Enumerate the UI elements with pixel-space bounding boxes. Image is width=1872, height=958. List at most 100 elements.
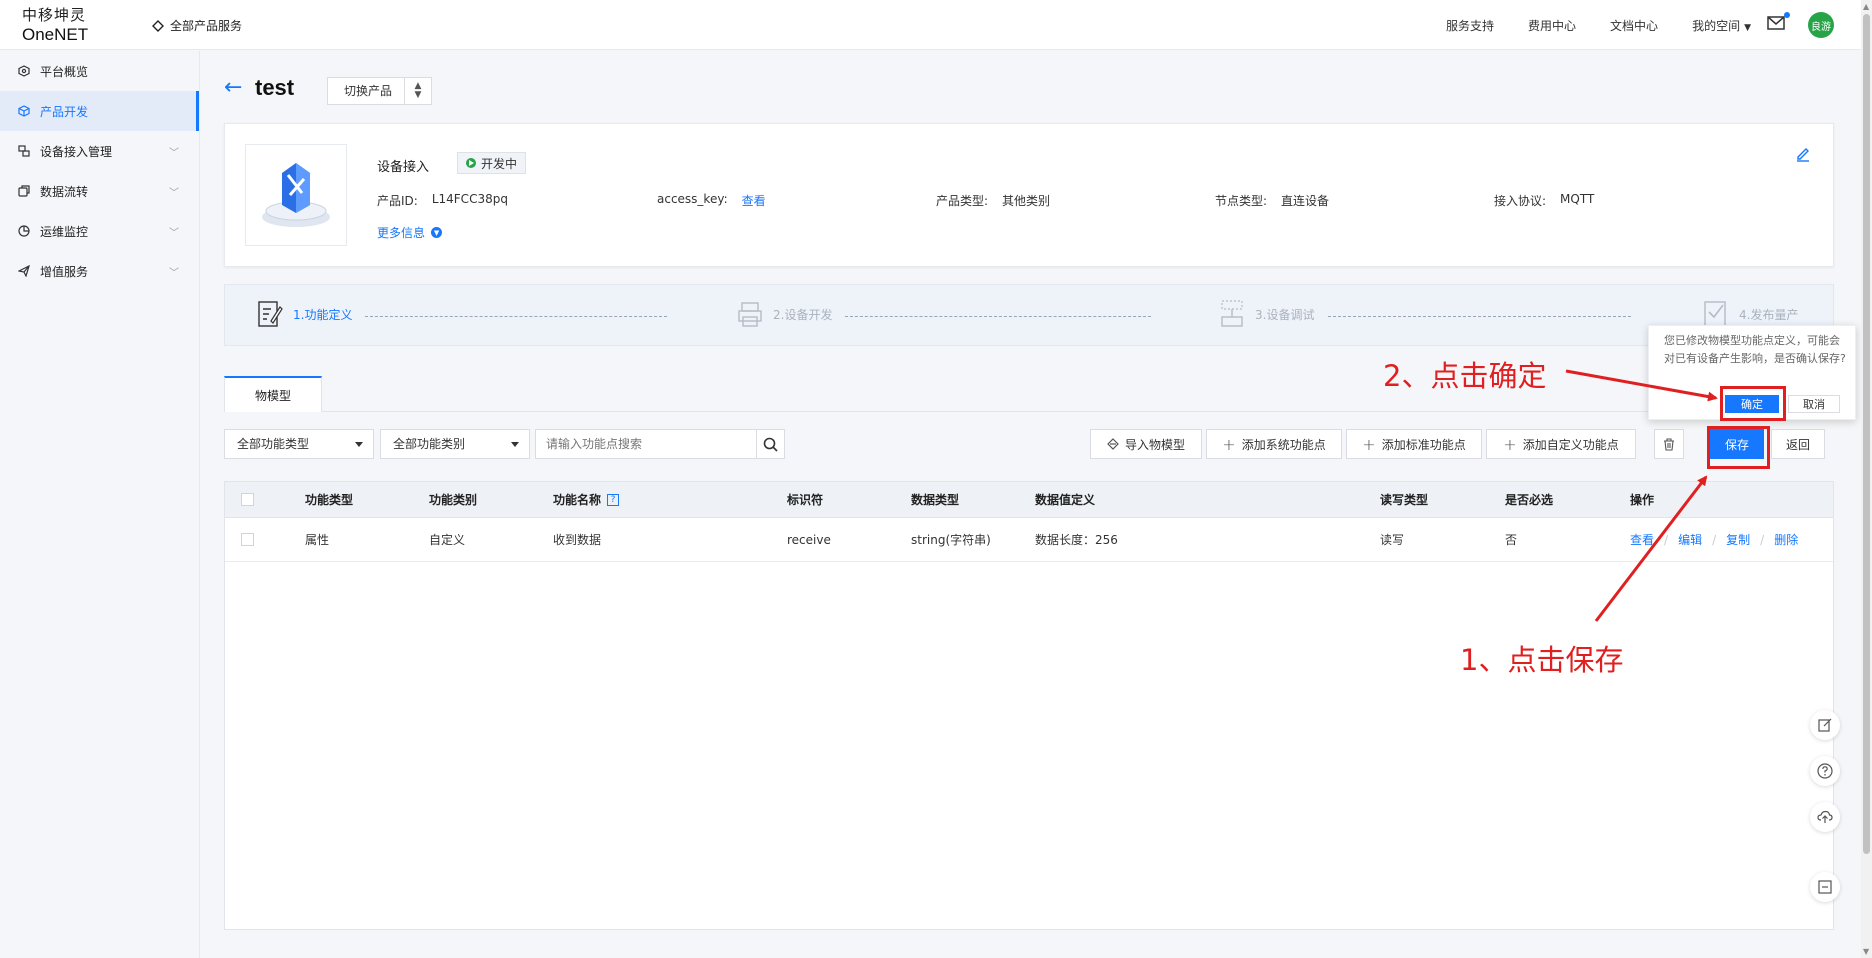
link-service-support[interactable]: 服务支持	[1446, 17, 1494, 34]
caret-down-icon: ▼	[1744, 23, 1751, 33]
plus-icon: +	[1362, 434, 1376, 454]
delete-link[interactable]: 删除	[1774, 531, 1798, 548]
cell-function-category: 自定义	[429, 533, 466, 547]
sidebar-item-device-access[interactable]: 设备接入管理 ﹀	[0, 131, 199, 171]
import-model-label: 导入物模型	[1124, 437, 1185, 452]
col-function-name: 功能名称 ?	[553, 482, 620, 517]
function-category-select[interactable]: 全部功能类别	[380, 429, 530, 459]
protocol-label: 接入协议:	[1494, 194, 1547, 208]
confirm-message: 您已修改物模型功能点定义，可能会对已有设备产生影响，是否确认保存?	[1664, 334, 1846, 365]
annotation-box-save	[1707, 426, 1770, 469]
sidebar-item-overview[interactable]: 平台概览	[0, 51, 199, 91]
minus-box-icon	[1818, 880, 1832, 894]
function-table: 功能类型 功能类别 功能名称 ? 标识符 数据类型 数据值定义 读写类型 是否必…	[224, 481, 1834, 930]
switch-product-label: 切换产品	[328, 78, 406, 104]
add-system-function-button[interactable]: + 添加系统功能点	[1206, 429, 1342, 459]
onenet-logo[interactable]: 中移坤灵 OneNET	[22, 6, 89, 44]
sidebar-item-data-flow[interactable]: 数据流转 ﹀	[0, 171, 199, 211]
logo-cn: 中移坤灵	[22, 6, 87, 24]
plus-icon: +	[1503, 434, 1517, 454]
edit-note-icon	[1818, 718, 1832, 732]
debug-icon	[1221, 300, 1243, 327]
cell-data-definition: 数据长度：256	[1035, 533, 1118, 547]
caret-down-icon	[355, 442, 363, 447]
help-icon[interactable]: ?	[607, 493, 620, 506]
field-product-type: 产品类型: 其他类别	[936, 192, 1050, 209]
sidebar-item-label: 增值服务	[40, 264, 89, 279]
view-link[interactable]: 查看	[1630, 531, 1654, 548]
status-badge: 开发中	[457, 152, 527, 174]
switch-product-button[interactable]: 切换产品 ▲ ▼	[327, 77, 433, 105]
import-model-button[interactable]: 导入物模型	[1090, 429, 1202, 459]
flow-icon	[18, 185, 30, 197]
diamond-icon	[152, 19, 164, 32]
back-button[interactable]: 返回	[1771, 429, 1825, 459]
back-arrow-icon[interactable]: ←	[224, 75, 242, 100]
add-standard-function-button[interactable]: + 添加标准功能点	[1346, 429, 1482, 459]
sidebar-item-value-added[interactable]: 增值服务 ﹀	[0, 251, 199, 291]
col-identifier: 标识符	[787, 493, 824, 507]
my-space-menu[interactable]: 我的空间 ▼	[1692, 17, 1751, 34]
plus-icon: +	[1222, 434, 1236, 454]
help-button[interactable]	[1810, 756, 1840, 786]
delete-button[interactable]	[1654, 429, 1684, 459]
field-product-id: 产品ID: L14FCC38pq	[377, 192, 508, 209]
scroll-up-icon[interactable]: ▲	[1863, 2, 1869, 11]
add-custom-function-button[interactable]: + 添加自定义功能点	[1486, 429, 1636, 459]
trash-icon	[1664, 437, 1674, 451]
search-button[interactable]	[757, 429, 785, 459]
link-billing[interactable]: 费用中心	[1528, 17, 1576, 34]
access-key-view-link[interactable]: 查看	[742, 192, 766, 209]
sidebar-item-ops-monitor[interactable]: 运维监控 ﹀	[0, 211, 199, 251]
page-scrollbar[interactable]: ▲ ▼	[1861, 0, 1872, 958]
question-icon	[1817, 763, 1833, 779]
edit-link[interactable]: 编辑	[1678, 531, 1702, 548]
row-checkbox[interactable]	[241, 518, 254, 561]
scroll-down-icon[interactable]: ▼	[1863, 947, 1869, 956]
cell-function-name: 收到数据	[553, 533, 602, 547]
step-label: 3.设备调试	[1255, 307, 1315, 322]
sidebar-item-label: 设备接入管理	[40, 144, 113, 159]
sidebar-item-product-dev[interactable]: 产品开发	[0, 91, 199, 131]
function-category-value: 全部功能类别	[393, 437, 466, 451]
cloud-service-button[interactable]	[1810, 802, 1840, 832]
product-type-label: 产品类型:	[936, 194, 989, 208]
step-2-develop[interactable]: 2.设备开发	[737, 299, 832, 329]
tab-thing-model[interactable]: 物模型	[224, 376, 322, 412]
function-search-input[interactable]	[535, 429, 757, 459]
step-3-debug[interactable]: 3.设备调试	[1219, 299, 1314, 329]
device-illustration-icon	[262, 163, 330, 227]
confirm-cancel-button[interactable]: 取消	[1788, 395, 1840, 413]
more-info-link[interactable]: 更多信息 ▼	[377, 224, 443, 241]
step-1-define[interactable]: 1.功能定义	[257, 299, 352, 329]
cube-icon	[18, 105, 30, 117]
function-type-value: 全部功能类型	[237, 437, 310, 451]
product-image	[245, 144, 347, 246]
select-all-checkbox[interactable]	[241, 482, 254, 517]
edit-icon[interactable]	[1795, 146, 1811, 162]
chevron-down-icon: ﹀	[169, 187, 179, 199]
printer-icon	[738, 302, 762, 327]
main-content: ← test 切换产品 ▲ ▼ 设备接入 开发中 产品ID: L14FCC38pq…	[200, 51, 1861, 958]
all-products-menu[interactable]: 全部产品服务	[152, 17, 242, 34]
sidebar-item-label: 数据流转	[40, 184, 89, 199]
caret-down-icon	[511, 442, 519, 447]
col-required: 是否必选	[1505, 493, 1554, 507]
all-products-label: 全部产品服务	[170, 19, 243, 33]
step-label: 1.功能定义	[293, 307, 353, 322]
scrollbar-thumb[interactable]	[1863, 14, 1870, 854]
col-operations: 操作	[1630, 493, 1655, 507]
collapse-panel-button[interactable]	[1810, 872, 1840, 902]
checkbox	[241, 533, 254, 546]
copy-link[interactable]: 复制	[1726, 531, 1750, 548]
add-standard-label: 添加标准功能点	[1381, 437, 1466, 452]
avatar[interactable]: 良游	[1808, 12, 1834, 38]
chevron-down-circle-icon: ▼	[431, 227, 443, 238]
link-docs[interactable]: 文档中心	[1610, 17, 1658, 34]
document-edit-icon	[258, 301, 283, 327]
function-type-select[interactable]: 全部功能类型	[224, 429, 374, 459]
cell-operations: 查看 / 编辑 / 复制 / 删除	[1630, 518, 1798, 561]
mail-icon[interactable]	[1767, 16, 1785, 30]
feedback-edit-button[interactable]	[1810, 710, 1840, 740]
logo-en: OneNET	[22, 25, 89, 44]
